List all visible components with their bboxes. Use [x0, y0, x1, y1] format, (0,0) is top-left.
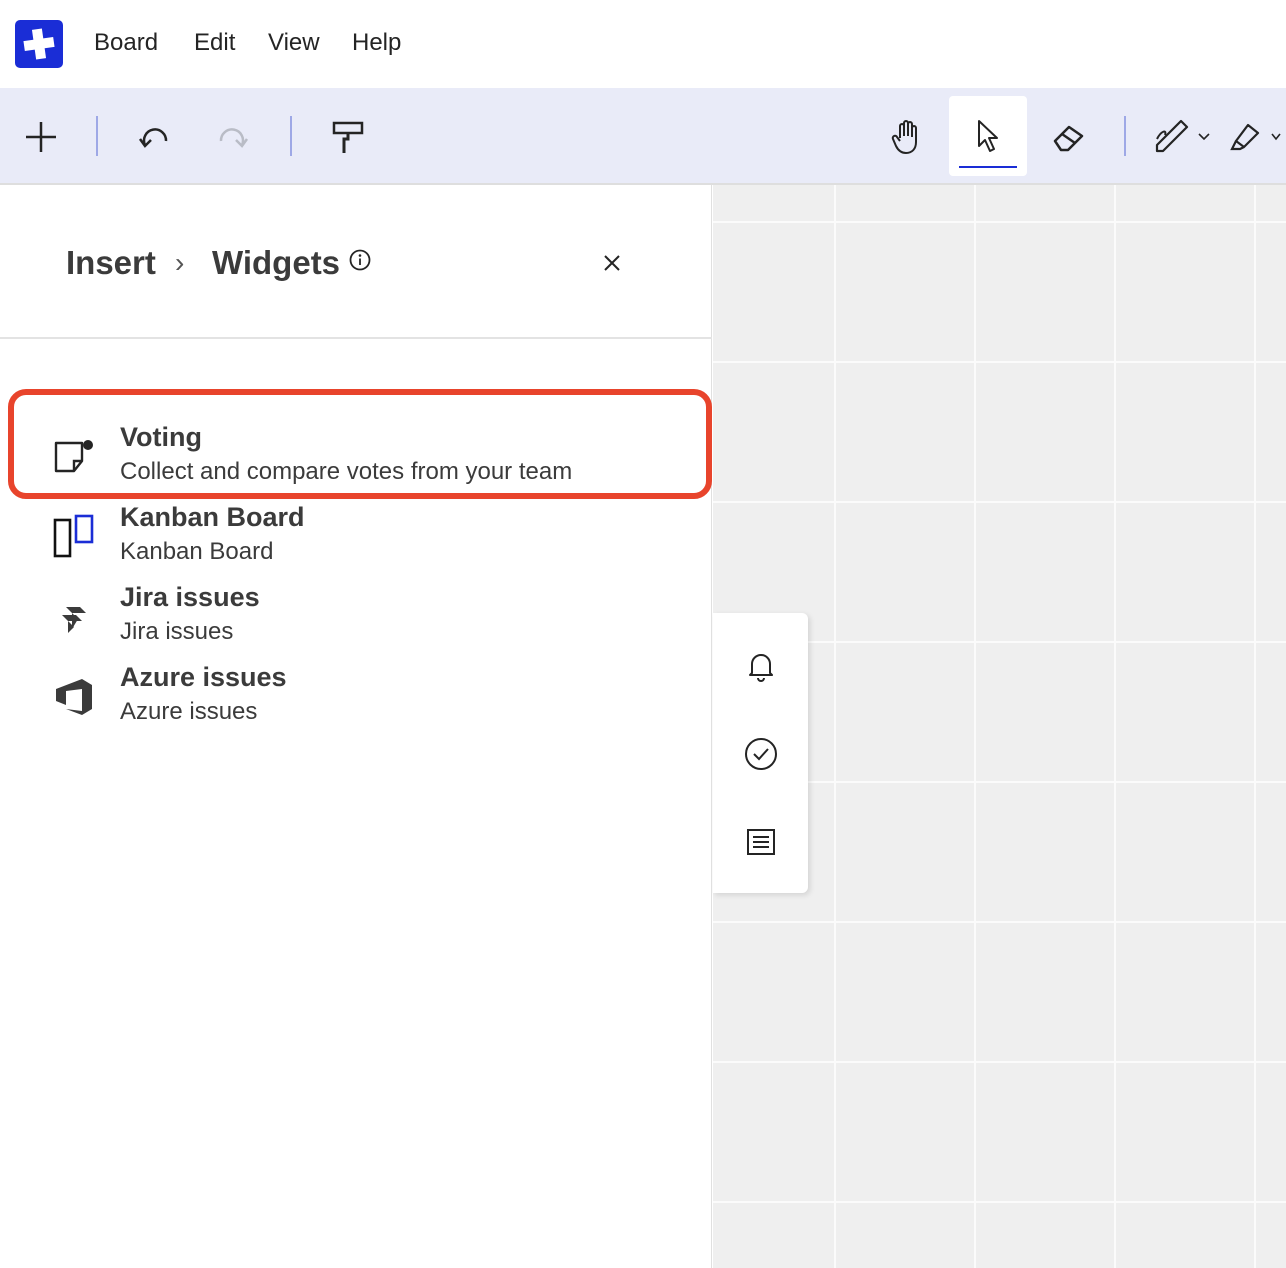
widget-description: Azure issues	[120, 698, 258, 725]
chevron-down-icon	[1198, 133, 1210, 141]
eraser-icon	[1053, 125, 1084, 152]
widget-title: Kanban Board	[120, 502, 305, 532]
notifications-button[interactable]	[736, 641, 786, 691]
undo-button[interactable]	[116, 98, 194, 176]
azure-devops-icon	[48, 671, 100, 723]
toolbar	[0, 88, 1286, 185]
widget-title: Azure issues	[120, 662, 287, 692]
active-tool-indicator	[959, 166, 1017, 168]
breadcrumb-insert[interactable]: Insert	[66, 241, 156, 285]
panel-header: Insert › Widgets	[0, 185, 712, 339]
widget-description: Kanban Board	[120, 538, 274, 565]
kanban-icon	[48, 511, 100, 563]
pen-tool-button[interactable]	[1142, 98, 1222, 176]
side-rail	[713, 613, 808, 893]
bell-icon	[749, 654, 773, 682]
tasks-button[interactable]	[736, 729, 786, 779]
voting-highlight-outline	[8, 389, 712, 499]
widget-item-jira-issues[interactable]: Jira issues Jira issues	[10, 573, 710, 653]
jira-icon	[48, 591, 100, 643]
chevron-down-icon	[1271, 133, 1281, 141]
redo-button[interactable]	[193, 98, 271, 176]
add-icon	[26, 122, 56, 152]
toolbar-divider	[1124, 116, 1126, 156]
breadcrumb-widgets: Widgets	[212, 244, 341, 281]
eraser-tool-button[interactable]	[1030, 98, 1108, 176]
undo-icon	[138, 128, 168, 148]
widget-item-azure-issues[interactable]: Azure issues Azure issues	[10, 653, 710, 733]
menu-bar: Board Edit View Help	[0, 0, 1286, 88]
breadcrumb-separator: ›	[175, 247, 185, 278]
widget-item-kanban-board[interactable]: Kanban Board Kanban Board	[10, 493, 710, 573]
format-painter-icon	[332, 121, 364, 153]
format-painter-button[interactable]	[309, 98, 387, 176]
close-icon	[604, 255, 620, 271]
select-tool-button[interactable]	[949, 96, 1027, 176]
highlighter-tool-button[interactable]	[1228, 98, 1286, 176]
insert-widgets-panel: Insert › Widgets Voting Collect and comp…	[0, 185, 712, 1268]
toolbar-divider	[96, 116, 98, 156]
menu-help[interactable]: Help	[352, 26, 401, 60]
pen-icon	[1155, 119, 1189, 153]
pointer-icon	[978, 120, 998, 152]
widget-description: Jira issues	[120, 618, 234, 645]
notes-button[interactable]	[736, 817, 786, 867]
close-panel-button[interactable]	[596, 247, 628, 279]
highlighter-icon	[1230, 123, 1260, 151]
plus-logo-icon[interactable]	[15, 20, 63, 68]
widget-title: Jira issues	[120, 582, 260, 612]
add-button[interactable]	[2, 98, 80, 176]
menu-edit[interactable]: Edit	[194, 26, 235, 60]
toolbar-divider	[290, 116, 292, 156]
menu-board[interactable]: Board	[94, 26, 158, 60]
menu-view[interactable]: View	[268, 26, 320, 60]
redo-icon	[219, 128, 249, 148]
info-icon[interactable]	[348, 248, 372, 277]
check-circle-icon	[745, 738, 777, 770]
hand-icon	[891, 120, 917, 154]
notes-list-icon	[747, 829, 775, 855]
hand-tool-button[interactable]	[869, 98, 947, 176]
